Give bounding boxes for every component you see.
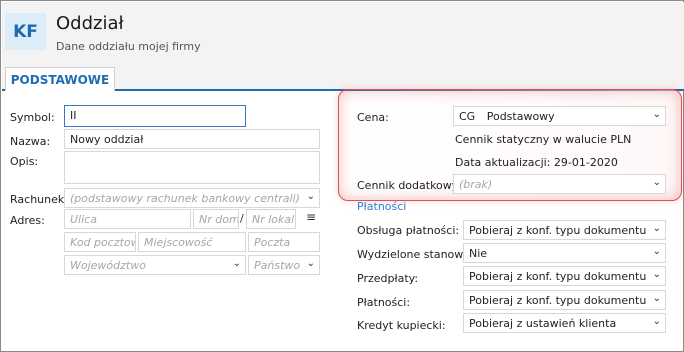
ulica-input[interactable]: Ulica bbox=[64, 209, 191, 229]
chevron-down-icon: ⌄ bbox=[652, 316, 661, 327]
platnosci-label: Płatności: bbox=[357, 296, 411, 309]
tab-podstawowe[interactable]: PODSTAWOWE bbox=[5, 67, 115, 91]
chevron-down-icon: ⌄ bbox=[652, 293, 661, 304]
tab-bar: PODSTAWOWE bbox=[2, 65, 684, 91]
page-title: Oddział bbox=[56, 13, 124, 34]
miejscowosc-input[interactable]: Miejscowość bbox=[138, 232, 246, 252]
menu-icon[interactable]: ≡ bbox=[306, 210, 316, 224]
panstwo-select[interactable]: Państwo ⌄ bbox=[248, 255, 320, 275]
symbol-input[interactable]: II bbox=[64, 105, 246, 127]
chevron-down-icon: ⌄ bbox=[652, 109, 661, 120]
nr-lokalu-input[interactable]: Nr lokalu bbox=[246, 209, 296, 229]
kredyt-kupiecki-select[interactable]: Pobieraj z ustawień klienta ⌄ bbox=[463, 313, 666, 333]
chevron-down-icon: ⌄ bbox=[232, 258, 241, 269]
nazwa-input[interactable]: Nowy oddział bbox=[64, 129, 320, 149]
chevron-down-icon: ⌄ bbox=[652, 269, 661, 280]
cena-select[interactable]: CG Podstawowy ⌄ bbox=[453, 106, 666, 126]
data-aktualizacji: Data aktualizacji: 29-01-2020 bbox=[455, 156, 618, 169]
wojewodztwo-select[interactable]: Województwo ⌄ bbox=[64, 255, 246, 275]
window-frame: KF Oddział Dane oddziału mojej firmy POD… bbox=[0, 0, 684, 352]
cena-label: Cena: bbox=[357, 111, 389, 124]
opis-textarea[interactable] bbox=[64, 151, 320, 184]
cennik-dodatkowy-label: Cennik dodatkowy: bbox=[357, 179, 462, 192]
chevron-down-icon: ⌄ bbox=[652, 177, 661, 188]
opis-label: Opis: bbox=[10, 155, 39, 168]
nazwa-label: Nazwa: bbox=[10, 135, 51, 148]
cena-code: CG bbox=[459, 110, 476, 123]
cena-value: Podstawowy bbox=[486, 110, 555, 123]
platnosci-section-title[interactable]: Płatności bbox=[357, 200, 406, 213]
rachunek-placeholder: (podstawowy rachunek bankowy centrali) bbox=[70, 192, 300, 205]
obsluga-platnosci-label: Obsługa płatności: bbox=[357, 224, 460, 237]
panstwo-placeholder: Państwo bbox=[254, 259, 301, 272]
cennik-dodatkowy-placeholder: (brak) bbox=[459, 178, 493, 191]
chevron-down-icon: ⌄ bbox=[306, 258, 315, 269]
address-separator: / bbox=[240, 212, 244, 225]
symbol-label: Symbol: bbox=[10, 111, 55, 124]
wydzielone-stanowisko-label: Wydzielone stanow... bbox=[357, 248, 473, 261]
kredyt-kupiecki-value: Pobieraj z ustawień klienta bbox=[469, 317, 617, 330]
app-logo: KF bbox=[5, 13, 46, 50]
przedplaty-label: Przedpłaty: bbox=[357, 272, 419, 285]
platnosci-select[interactable]: Pobieraj z konf. typu dokumentu ⌄ bbox=[463, 290, 666, 310]
przedplaty-value: Pobieraj z konf. typu dokumentu bbox=[469, 270, 647, 283]
page-header: KF Oddział Dane oddziału mojej firmy bbox=[2, 2, 684, 65]
kredyt-kupiecki-label: Kredyt kupiecki: bbox=[357, 319, 446, 332]
adres-label: Adres: bbox=[10, 214, 45, 227]
chevron-down-icon: ⌄ bbox=[652, 246, 661, 257]
rachunek-label: Rachunek: bbox=[10, 193, 68, 206]
chevron-down-icon: ⌄ bbox=[652, 223, 661, 234]
obsluga-platnosci-value: Pobieraj z konf. typu dokumentu bbox=[469, 224, 647, 237]
nr-domu-input[interactable]: Nr domu bbox=[193, 209, 239, 229]
przedplaty-select[interactable]: Pobieraj z konf. typu dokumentu ⌄ bbox=[463, 266, 666, 286]
obsluga-platnosci-select[interactable]: Pobieraj z konf. typu dokumentu ⌄ bbox=[463, 220, 666, 240]
wojewodztwo-placeholder: Województwo bbox=[70, 259, 146, 272]
wydzielone-stanowisko-select[interactable]: Nie ⌄ bbox=[463, 243, 666, 263]
cennik-info: Cennik statyczny w walucie PLN bbox=[455, 133, 632, 146]
page-subtitle: Dane oddziału mojej firmy bbox=[56, 40, 201, 53]
kod-pocztowy-input[interactable]: Kod pocztowy bbox=[64, 232, 136, 252]
rachunek-select[interactable]: (podstawowy rachunek bankowy centrali) ⌄ bbox=[64, 188, 320, 208]
poczta-input[interactable]: Poczta bbox=[248, 232, 320, 252]
chevron-down-icon: ⌄ bbox=[306, 191, 315, 202]
platnosci-value: Pobieraj z konf. typu dokumentu bbox=[469, 294, 647, 307]
cennik-dodatkowy-select[interactable]: (brak) ⌄ bbox=[453, 174, 666, 194]
wydzielone-stanowisko-value: Nie bbox=[469, 247, 488, 260]
